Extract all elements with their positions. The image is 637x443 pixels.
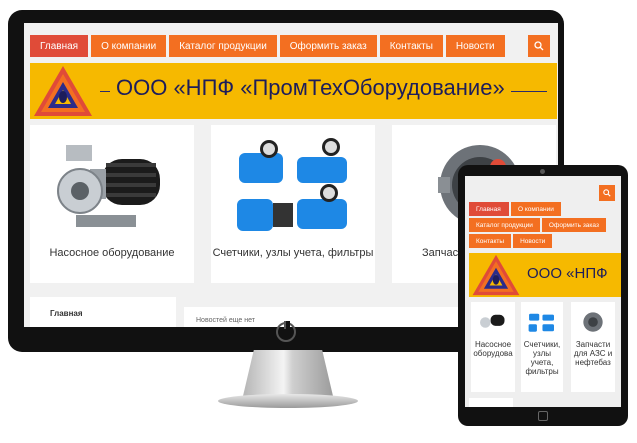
nav-item-contacts[interactable]: Контакты	[469, 234, 512, 248]
news-empty-text: Новостей еще нет	[196, 317, 256, 324]
sidebar-menu: Главная	[30, 297, 176, 327]
power-icon	[276, 321, 296, 342]
pump-image	[480, 314, 505, 328]
logo-icon	[472, 254, 520, 296]
tablet-sidebar	[469, 398, 513, 407]
site-banner: ООО «НПФ «ПромТехОборудование»	[30, 63, 557, 119]
nav-item-home[interactable]: Главная	[30, 35, 89, 57]
product-title: Насосное оборудование	[49, 247, 175, 259]
parts-image	[583, 312, 603, 332]
search-button[interactable]	[599, 185, 615, 201]
nav-item-order[interactable]: Оформить заказ	[541, 218, 606, 232]
tablet-device: Главная О компании Каталог продукции Офо…	[458, 165, 628, 426]
search-icon	[603, 189, 611, 197]
product-title: Насосное оборудова	[473, 340, 513, 358]
product-card-pumps[interactable]: Насосное оборудова	[471, 302, 515, 392]
nav-item-catalog[interactable]: Каталог продукции	[169, 35, 277, 57]
product-card-pumps[interactable]: Насосное оборудование	[30, 125, 194, 283]
product-title: Счетчики, узлы учета, фильтры	[212, 247, 374, 259]
main-nav: Главная О компании Каталог продукции Офо…	[30, 35, 505, 57]
nav-item-about[interactable]: О компании	[511, 202, 561, 216]
banner-title: ООО «НПФ	[527, 265, 608, 282]
product-card-meters[interactable]: Счетчики, узлы учета, фильтры	[521, 302, 563, 392]
device-mockup: Главная О компании Каталог продукции Офо…	[0, 0, 637, 443]
monitor-base	[218, 394, 358, 408]
nav-item-order[interactable]: Оформить заказ	[279, 35, 377, 57]
sidebar-item-home[interactable]: Главная	[50, 309, 83, 318]
nav-item-about[interactable]: О компании	[91, 35, 167, 57]
nav-item-home[interactable]: Главная	[469, 202, 509, 216]
nav-item-news[interactable]: Новости	[513, 234, 553, 248]
nav-item-contacts[interactable]: Контакты	[379, 35, 443, 57]
meters-image	[237, 138, 347, 231]
search-icon	[534, 41, 544, 51]
product-title: Запчасти для АЗС и нефтебаз	[573, 340, 613, 367]
nav-item-catalog[interactable]: Каталог продукции	[469, 218, 540, 232]
tablet-nav: Главная О компании Каталог продукции Офо…	[469, 202, 621, 248]
camera-icon	[540, 169, 545, 174]
home-button-icon[interactable]	[538, 411, 548, 421]
pump-image	[57, 145, 160, 227]
product-title: Счетчики, узлы учета, фильтры	[523, 340, 561, 376]
nav-item-news[interactable]: Новости	[445, 35, 505, 57]
product-card-meters[interactable]: Счетчики, узлы учета, фильтры	[211, 125, 375, 283]
search-button[interactable]	[528, 35, 550, 57]
tablet-screen: Главная О компании Каталог продукции Офо…	[465, 176, 621, 407]
tablet-banner: ООО «НПФ	[469, 253, 621, 297]
logo-icon	[34, 66, 92, 116]
meters-image	[528, 313, 554, 332]
product-card-parts[interactable]: Запчасти для АЗС и нефтебаз	[571, 302, 615, 392]
banner-title: ООО «НПФ «ПромТехОборудование»	[110, 75, 511, 101]
monitor-stand	[243, 350, 333, 396]
